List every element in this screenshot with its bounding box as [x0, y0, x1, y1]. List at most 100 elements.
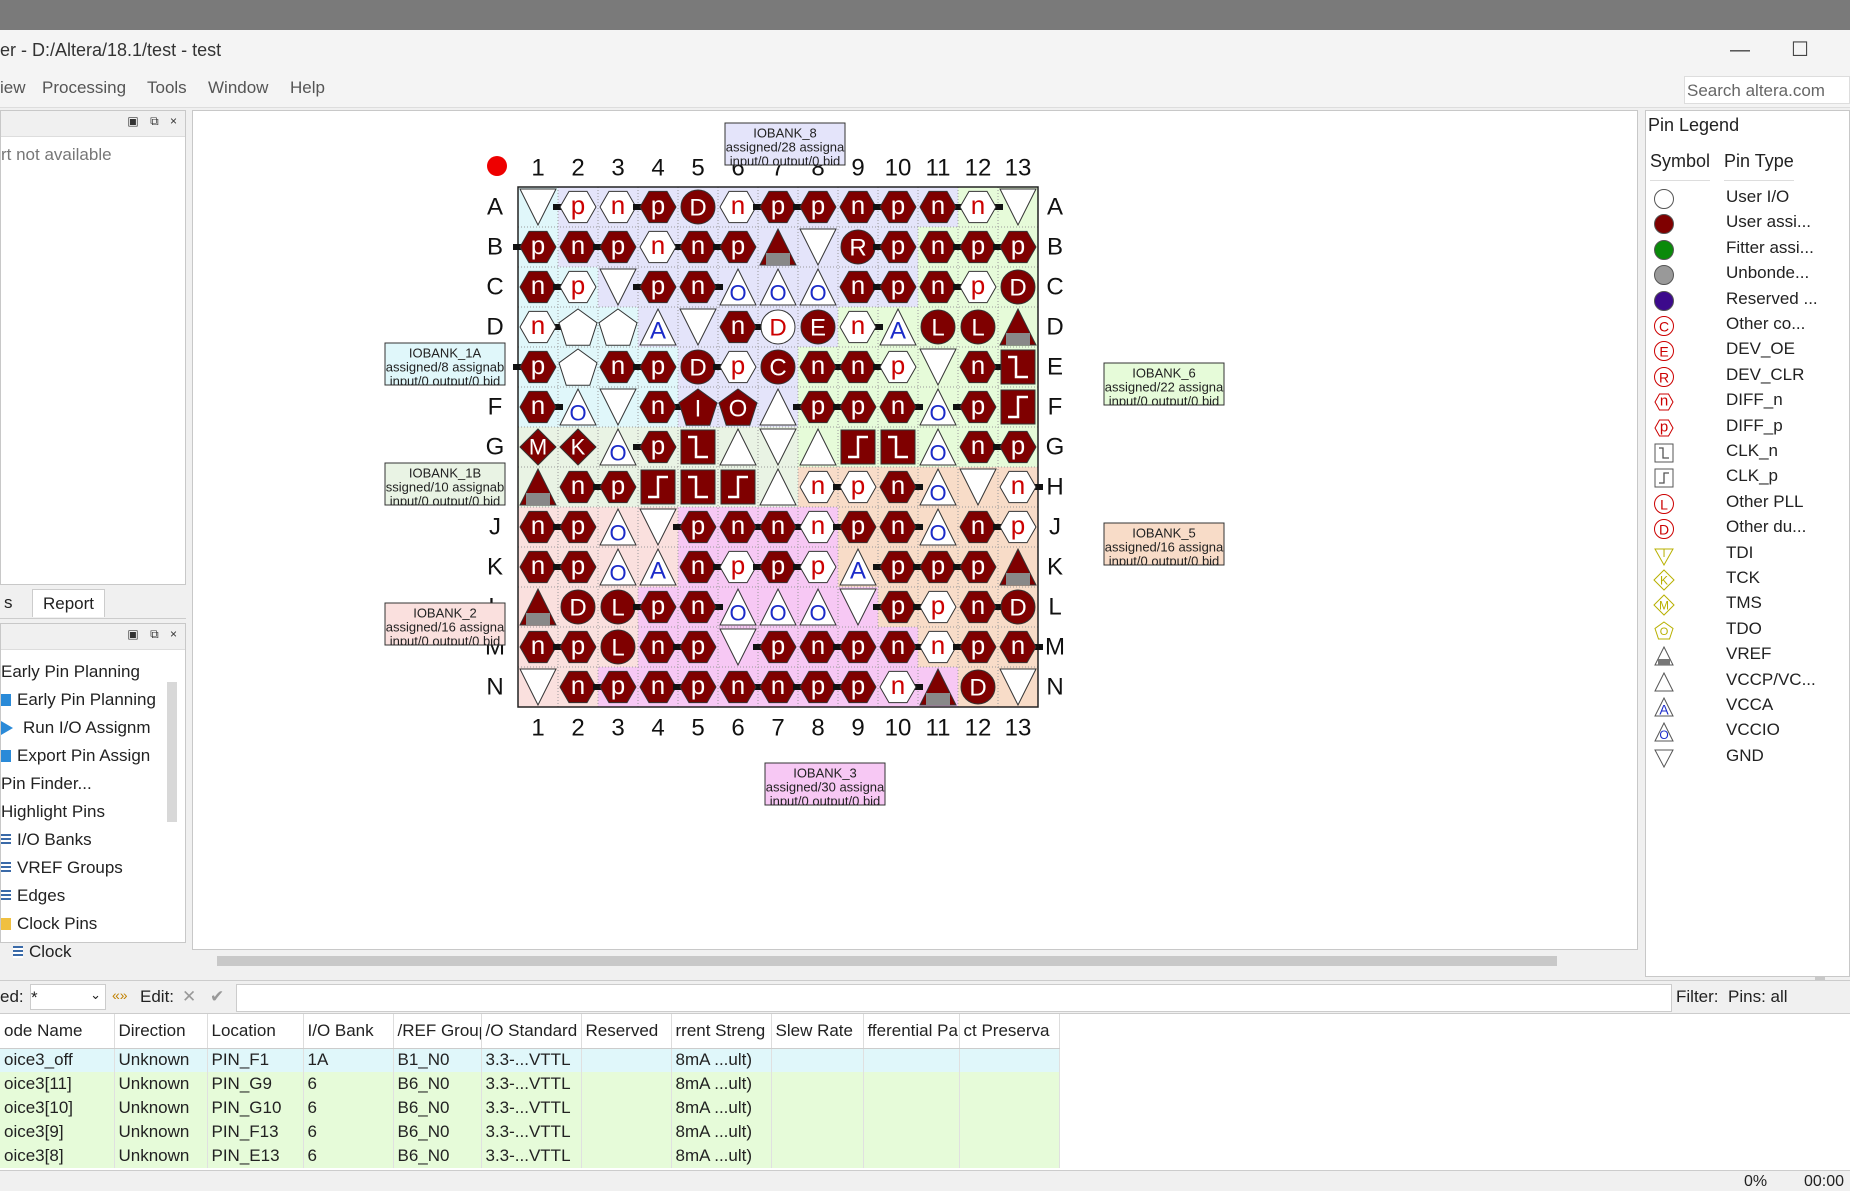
pin-G10[interactable] — [880, 429, 916, 465]
table-cell[interactable] — [581, 1048, 672, 1072]
table-cell[interactable]: PIN_G9 — [207, 1072, 304, 1096]
table-cell[interactable]: B6_N0 — [393, 1120, 482, 1144]
table-cell[interactable]: 8mA ...ult) — [671, 1144, 772, 1168]
pin-H4[interactable] — [640, 469, 676, 505]
pin-G9[interactable] — [840, 429, 876, 465]
pin-G5[interactable] — [680, 429, 716, 465]
maximize-icon[interactable]: ☐ — [1780, 36, 1820, 64]
table-cell[interactable] — [581, 1120, 672, 1144]
pin-E13[interactable] — [1000, 349, 1036, 385]
table-cell[interactable]: PIN_F13 — [207, 1120, 304, 1144]
table-cell[interactable] — [581, 1144, 672, 1168]
pin-D11[interactable]: L — [920, 309, 956, 345]
tree-item[interactable]: Clock — [1, 938, 156, 966]
table-cell[interactable]: 3.3-...VTTL — [481, 1048, 582, 1072]
tree-item[interactable]: Highlight Pins — [1, 798, 156, 826]
iobank-box[interactable]: IOBANK_1Bssigned/10 assignabinput/0 outp… — [384, 462, 506, 509]
table-cell[interactable]: PIN_G10 — [207, 1096, 304, 1120]
pin-D8[interactable]: E — [800, 309, 836, 345]
table-cell[interactable]: 8mA ...ult) — [671, 1096, 772, 1120]
edit-wand-icon[interactable]: «» — [112, 987, 128, 1003]
pin-L13[interactable]: D — [1000, 589, 1036, 625]
tab-report[interactable]: Report — [32, 589, 106, 617]
table-cell[interactable] — [863, 1120, 960, 1144]
tree-item[interactable]: VREF Groups — [1, 854, 156, 882]
column-header[interactable]: Reserved — [581, 1014, 672, 1049]
menu-processing[interactable]: Processing — [42, 78, 126, 98]
minimize-icon[interactable]: — — [1720, 36, 1760, 64]
table-cell[interactable] — [771, 1048, 864, 1072]
table-cell[interactable]: 6 — [303, 1096, 394, 1120]
iobank-box[interactable]: IOBANK_5assigned/16 assignainput/0 outpu… — [1103, 522, 1225, 569]
table-cell[interactable] — [771, 1096, 864, 1120]
table-cell[interactable]: 3.3-...VTTL — [481, 1096, 582, 1120]
column-header[interactable]: ode Name — [0, 1014, 115, 1049]
column-header[interactable]: fferential Pa — [863, 1014, 960, 1049]
table-cell[interactable] — [959, 1144, 1060, 1168]
menu-help[interactable]: Help — [290, 78, 325, 98]
horizontal-scrollbar[interactable] — [217, 956, 1557, 966]
table-cell[interactable]: oice3[8] — [0, 1144, 115, 1168]
panel-buttons[interactable]: ▣ ⧉ × — [127, 114, 181, 129]
pin-D7[interactable]: D — [760, 309, 796, 345]
tree-item[interactable]: Run I/O Assignm — [1, 714, 156, 742]
column-header[interactable]: rrent Streng — [671, 1014, 772, 1049]
panel-buttons[interactable]: ▣ ⧉ × — [127, 627, 181, 642]
pin-N12[interactable]: D — [960, 669, 996, 705]
table-cell[interactable] — [863, 1072, 960, 1096]
close-icon[interactable]: ✕ — [182, 987, 196, 1007]
table-cell[interactable] — [771, 1072, 864, 1096]
table-cell[interactable] — [959, 1120, 1060, 1144]
iobank-box[interactable]: IOBANK_3assigned/30 assignainput/0 outpu… — [764, 762, 886, 809]
table-cell[interactable]: oice3[10] — [0, 1096, 115, 1120]
iobank-box[interactable]: IOBANK_1Aassigned/8 assignabinput/0 outp… — [384, 342, 506, 389]
table-cell[interactable]: 8mA ...ult) — [671, 1072, 772, 1096]
menu-view[interactable]: iew — [0, 78, 26, 98]
table-row[interactable]: oice3[10] Unknown PIN_G10 6 B6_N0 3.3-...VTTL… — [0, 1096, 1060, 1120]
table-cell[interactable]: oice3[11] — [0, 1072, 115, 1096]
pin-L3[interactable]: L — [600, 589, 636, 625]
table-cell[interactable] — [959, 1096, 1060, 1120]
check-icon[interactable]: ✔ — [210, 987, 224, 1007]
table-row[interactable]: oice3_off Unknown PIN_F1 1A B1_N0 3.3-...VTTL… — [0, 1048, 1060, 1072]
column-header[interactable]: Slew Rate — [771, 1014, 864, 1049]
table-cell[interactable]: oice3[9] — [0, 1120, 115, 1144]
column-header[interactable]: /REF Group — [393, 1014, 482, 1049]
table-cell[interactable] — [959, 1072, 1060, 1096]
table-cell[interactable]: 6 — [303, 1072, 394, 1096]
search-input[interactable]: Search altera.com — [1684, 76, 1850, 104]
pin-B9[interactable]: R — [840, 229, 876, 265]
column-header[interactable]: Location — [207, 1014, 304, 1049]
table-cell[interactable] — [771, 1144, 864, 1168]
table-cell[interactable] — [581, 1096, 672, 1120]
tab-tasks[interactable]: s — [0, 589, 23, 617]
table-cell[interactable]: 3.3-...VTTL — [481, 1072, 582, 1096]
pin-L2[interactable]: D — [560, 589, 596, 625]
table-row[interactable]: oice3[9] Unknown PIN_F13 6 B6_N0 3.3-...VTTL 8… — [0, 1120, 1060, 1144]
column-header[interactable]: /O Standard — [481, 1014, 582, 1049]
pin-M3[interactable]: L — [600, 629, 636, 665]
tree-item[interactable]: Pin Finder... — [1, 770, 156, 798]
table-cell[interactable]: Unknown — [114, 1144, 208, 1168]
tree-item[interactable]: I/O Banks — [1, 826, 156, 854]
table-cell[interactable]: Unknown — [114, 1072, 208, 1096]
tasks-scrollbar[interactable] — [167, 682, 177, 822]
column-header[interactable]: ct Preserva — [959, 1014, 1060, 1049]
legend-header-pin-type[interactable]: Pin Type — [1724, 147, 1794, 181]
menu-tools[interactable]: Tools — [147, 78, 187, 98]
pin-H6[interactable] — [720, 469, 756, 505]
table-cell[interactable]: Unknown — [114, 1120, 208, 1144]
filter-value[interactable]: Pins: all — [1728, 987, 1788, 1007]
table-cell[interactable]: Unknown — [114, 1048, 208, 1072]
table-cell[interactable] — [771, 1120, 864, 1144]
table-cell[interactable]: 8mA ...ult) — [671, 1120, 772, 1144]
table-cell[interactable]: PIN_F1 — [207, 1048, 304, 1072]
table-cell[interactable]: B6_N0 — [393, 1096, 482, 1120]
table-row[interactable]: oice3[11] Unknown PIN_G9 6 B6_N0 3.3-...VTTL 8… — [0, 1072, 1060, 1096]
column-header[interactable]: Direction — [114, 1014, 208, 1049]
table-cell[interactable]: PIN_E13 — [207, 1144, 304, 1168]
named-select[interactable]: * ⌄ — [30, 984, 106, 1010]
table-cell[interactable]: B1_N0 — [393, 1048, 482, 1072]
tree-item[interactable]: Export Pin Assign — [1, 742, 156, 770]
table-cell[interactable]: B6_N0 — [393, 1072, 482, 1096]
